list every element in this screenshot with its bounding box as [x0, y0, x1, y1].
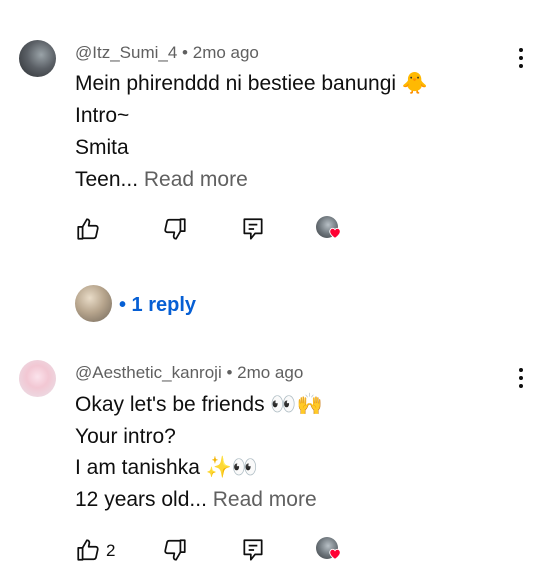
reply-avatar [75, 285, 112, 322]
author-name[interactable]: @Itz_Sumi_4 [75, 43, 177, 62]
thumbs-up-icon[interactable] [75, 537, 101, 563]
like-count: 2 [106, 541, 116, 560]
reply-comment-icon[interactable] [240, 216, 266, 242]
author-name[interactable]: @Aesthetic_kanroji [75, 363, 222, 382]
comment-text-line: I am tanishka ✨👀 [75, 456, 259, 479]
read-more-link[interactable]: Read more [213, 488, 317, 511]
comment-meta: @Itz_Sumi_4 • 2mo ago [75, 43, 259, 62]
more-options-icon[interactable] [514, 366, 528, 390]
comment-text-line: Okay let's be friends 👀🙌 [75, 393, 323, 416]
avatar[interactable] [19, 360, 56, 397]
comment-actions [0, 216, 560, 246]
reply-count-link[interactable]: • 1 reply [119, 294, 196, 317]
avatar[interactable] [19, 40, 56, 77]
thumbs-down-icon[interactable] [162, 216, 188, 242]
comment-text-line: Intro~ [75, 104, 130, 127]
comment-text-line: 12 years old... Read more [75, 488, 317, 511]
more-options-icon[interactable] [514, 46, 528, 70]
comment-text-line: Smita [75, 136, 129, 159]
comment-time[interactable]: 2mo ago [193, 43, 259, 62]
thumbs-down-icon[interactable] [162, 537, 188, 563]
comment-meta: @Aesthetic_kanroji • 2mo ago [75, 363, 304, 382]
comment-actions: 2 [0, 537, 560, 567]
heart-icon [329, 548, 341, 560]
comment-text-line: Teen... Read more [75, 168, 248, 191]
creator-heart-badge [316, 216, 342, 242]
heart-icon [329, 227, 341, 239]
reply-comment-icon[interactable] [240, 537, 266, 563]
comment-text-line: Mein phirenddd ni bestiee banungi 🐥 [75, 72, 429, 95]
read-more-link[interactable]: Read more [144, 168, 248, 191]
thumbs-up-icon[interactable] [75, 216, 101, 242]
comment-time[interactable]: 2mo ago [237, 363, 303, 382]
creator-heart-badge [316, 537, 342, 563]
comment-text-line: Your intro? [75, 425, 176, 448]
replies-toggle[interactable]: • 1 reply [0, 284, 560, 324]
